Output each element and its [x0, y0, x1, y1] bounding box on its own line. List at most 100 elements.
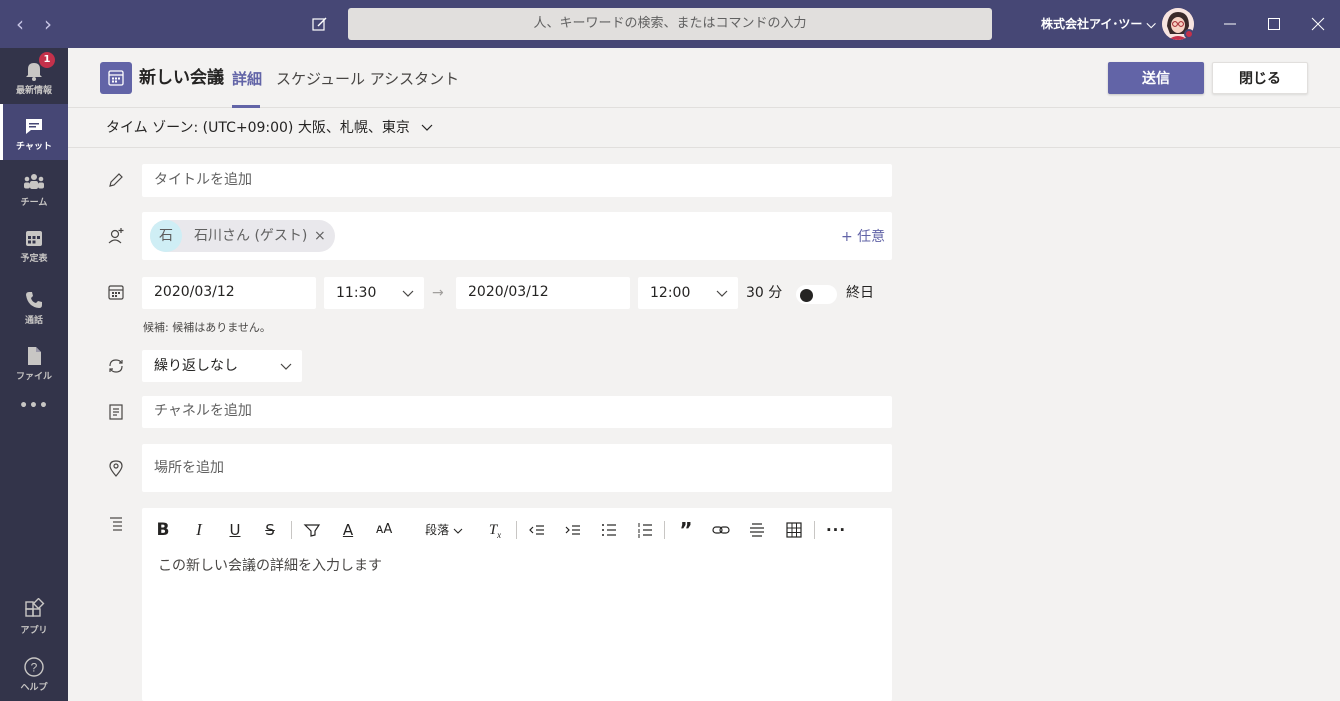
- location-input[interactable]: 場所を追加: [142, 444, 892, 492]
- bold-icon[interactable]: B: [154, 520, 172, 540]
- rail-label: チャット: [16, 142, 52, 152]
- title-input[interactable]: タイトルを追加: [142, 164, 892, 197]
- presence-status-icon: [1184, 29, 1194, 39]
- maximize-icon[interactable]: [1262, 12, 1286, 36]
- timezone-selector[interactable]: タイム ゾーン: (UTC+09:00) 大阪、札幌、東京: [106, 118, 434, 138]
- back-icon[interactable]: ‹: [10, 12, 30, 36]
- location-pin-icon: [106, 458, 126, 478]
- help-icon: ?: [22, 655, 46, 679]
- search-input[interactable]: 人、キーワードの検索、またはコマンドの入力: [348, 8, 992, 40]
- chevron-down-icon: [280, 363, 292, 370]
- end-time-value: 12:00: [650, 285, 691, 301]
- repeat-select[interactable]: 繰り返しなし: [142, 350, 302, 382]
- send-button[interactable]: 送信: [1108, 62, 1204, 94]
- link-icon[interactable]: [711, 520, 731, 540]
- font-color-icon[interactable]: A: [339, 520, 357, 540]
- meeting-calendar-icon: [100, 62, 132, 94]
- all-day-label: 終日: [846, 285, 874, 301]
- start-date-field[interactable]: 2020/03/12: [142, 277, 316, 309]
- rail-item-files[interactable]: ファイル: [0, 334, 68, 390]
- app-rail: 1 最新情報 チャット チーム 予定表 通話 ファイル ••• アプリ ? ヘル…: [0, 48, 68, 701]
- table-icon[interactable]: [784, 520, 804, 540]
- chevron-down-icon: [453, 528, 463, 534]
- chevron-down-icon: [421, 124, 433, 131]
- add-attendee-icon: [106, 226, 126, 246]
- paragraph-dropdown[interactable]: 段落: [422, 520, 466, 540]
- timezone-label: タイム ゾーン: (UTC+09:00) 大阪、札幌、東京: [106, 120, 410, 136]
- tab-details[interactable]: 詳細: [232, 68, 262, 90]
- apps-icon: [22, 597, 46, 622]
- start-time-value: 11:30: [336, 285, 377, 301]
- rail-label: ヘルプ: [20, 683, 48, 693]
- paragraph-label: 段落: [425, 523, 450, 537]
- end-time-select[interactable]: 12:00: [638, 277, 738, 309]
- toolbar-divider: [516, 521, 517, 539]
- chat-icon: [22, 114, 46, 138]
- toolbar-divider: [291, 521, 292, 539]
- add-optional-attendee-link[interactable]: + 任意: [841, 227, 885, 247]
- remove-attendee-icon[interactable]: ×: [314, 226, 326, 246]
- attendee-avatar: 石: [150, 220, 182, 252]
- phone-icon: [22, 288, 46, 312]
- rail-label: 最新情報: [15, 86, 52, 96]
- rail-label: ファイル: [15, 372, 52, 382]
- italic-icon[interactable]: I: [190, 520, 208, 540]
- end-date-field[interactable]: 2020/03/12: [456, 277, 630, 309]
- attendee-chip: 石 石川さん (ゲスト) ×: [150, 220, 335, 252]
- rail-item-calls[interactable]: 通話: [0, 278, 68, 334]
- start-time-select[interactable]: 11:30: [324, 277, 424, 309]
- rail-item-apps[interactable]: アプリ: [0, 588, 68, 644]
- end-date-value: 2020/03/12: [468, 284, 549, 300]
- align-center-icon[interactable]: [747, 520, 767, 540]
- rail-item-calendar[interactable]: 予定表: [0, 216, 68, 272]
- rail-label: 予定表: [20, 254, 48, 264]
- indent-icon[interactable]: [563, 520, 583, 540]
- forward-icon[interactable]: ›: [38, 12, 58, 36]
- compose-icon[interactable]: [310, 14, 330, 34]
- tab-scheduling-assistant[interactable]: スケジュール アシスタント: [276, 68, 459, 90]
- details-editor[interactable]: B I U S A ᴀA 段落 Tx ” ··· この新しい会議の詳細を入力しま…: [142, 508, 892, 701]
- details-list-icon: [106, 514, 126, 534]
- start-date-value: 2020/03/12: [154, 284, 235, 300]
- quote-icon[interactable]: ”: [676, 520, 696, 540]
- timezone-bar: タイム ゾーン: (UTC+09:00) 大阪、札幌、東京: [68, 108, 1340, 148]
- clear-format-icon[interactable]: Tx: [485, 520, 505, 540]
- title-placeholder: タイトルを追加: [154, 172, 252, 188]
- title-bar: ‹ › 人、キーワードの検索、またはコマンドの入力 株式会社アイ･ツー ⌵: [0, 0, 1340, 48]
- all-day-toggle[interactable]: [796, 285, 837, 304]
- meeting-header: 新しい会議 詳細 スケジュール アシスタント 送信 閉じる: [68, 48, 1340, 108]
- teams-icon: [22, 170, 46, 194]
- bullet-list-icon[interactable]: [599, 520, 619, 540]
- strikethrough-icon[interactable]: S: [261, 520, 279, 540]
- font-size-icon[interactable]: ᴀA: [373, 520, 395, 540]
- chevron-down-icon: [402, 290, 414, 297]
- location-placeholder: 場所を追加: [154, 460, 224, 476]
- toggle-knob: [800, 289, 813, 302]
- file-icon: [22, 344, 46, 368]
- details-placeholder: この新しい会議の詳細を入力します: [158, 558, 382, 574]
- rail-item-chat[interactable]: チャット: [0, 104, 68, 160]
- highlight-icon[interactable]: [302, 520, 322, 540]
- duration-label: 30 分: [746, 285, 783, 301]
- rail-item-teams[interactable]: チーム: [0, 160, 68, 216]
- rail-item-help[interactable]: ? ヘルプ: [0, 645, 68, 701]
- rail-item-activity[interactable]: 1 最新情報: [0, 48, 68, 104]
- calendar-icon: [106, 282, 126, 302]
- channel-placeholder: チャネルを追加: [154, 403, 252, 419]
- rail-label: アプリ: [20, 626, 48, 636]
- close-button[interactable]: 閉じる: [1212, 62, 1308, 94]
- repeat-icon: [106, 356, 126, 376]
- rail-item-more[interactable]: •••: [0, 388, 68, 436]
- org-switcher[interactable]: 株式会社アイ･ツー ⌵: [1041, 15, 1156, 33]
- notification-badge: 1: [39, 52, 55, 68]
- minimize-icon[interactable]: [1218, 12, 1242, 36]
- close-window-icon[interactable]: [1306, 12, 1330, 36]
- toolbar-divider: [814, 521, 815, 539]
- underline-icon[interactable]: U: [226, 520, 244, 540]
- more-options-icon[interactable]: ···: [825, 520, 847, 540]
- chevron-down-icon: [716, 290, 728, 297]
- arrow-right-icon: →: [432, 285, 444, 301]
- channel-input[interactable]: チャネルを追加: [142, 396, 892, 428]
- numbered-list-icon[interactable]: [635, 520, 655, 540]
- outdent-icon[interactable]: [527, 520, 547, 540]
